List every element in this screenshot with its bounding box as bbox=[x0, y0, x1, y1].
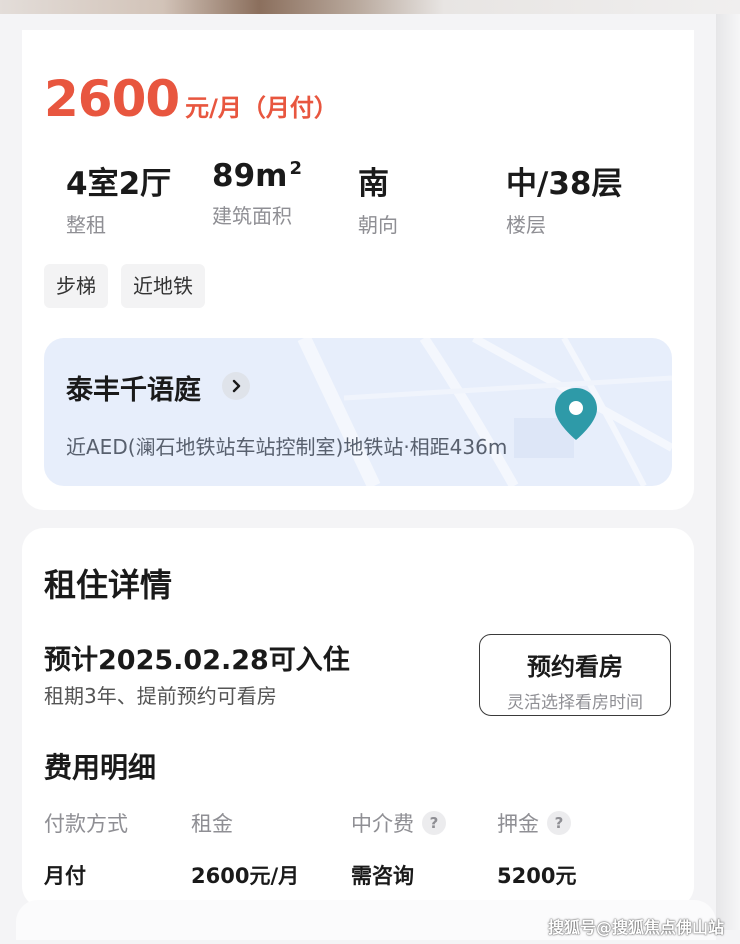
location-card[interactable]: 泰丰千语庭 近AED(澜石地铁站车站控制室)地铁站·相距436m bbox=[44, 338, 672, 486]
chevron-right-icon[interactable] bbox=[222, 372, 250, 400]
fee-value-deposit: 5200元 bbox=[497, 864, 577, 888]
fee-value-agency: 需咨询 bbox=[351, 864, 414, 888]
spec-label: 建筑面积 bbox=[212, 204, 292, 228]
spec-orientation: 南 朝向 bbox=[358, 158, 398, 238]
fee-title: 费用明细 bbox=[44, 751, 157, 784]
spec-value: 4室2厅 bbox=[66, 166, 172, 202]
spec-layout: 4室2厅 整租 bbox=[66, 158, 171, 238]
fee-header-agency: 中介费 ? bbox=[351, 808, 446, 838]
tag-stairs: 步梯 bbox=[44, 264, 108, 308]
app-screen: 2600 元/月（月付） 4室2厅 整租 89m 2 建筑面积 南 朝向 中/38… bbox=[0, 0, 740, 944]
spec-value: 南 bbox=[358, 166, 389, 202]
lease-note: 租期3年、提前预约可看房 bbox=[44, 684, 277, 708]
fee-value-payment: 月付 bbox=[44, 864, 86, 888]
tag-near-metro: 近地铁 bbox=[121, 264, 205, 308]
book-viewing-sublabel: 灵活选择看房时间 bbox=[507, 693, 643, 713]
community-name[interactable]: 泰丰千语庭 bbox=[66, 368, 201, 407]
spec-label: 整租 bbox=[66, 213, 106, 237]
price-unit: 元/月（月付） bbox=[185, 94, 338, 122]
spec-floor: 中/38层 楼层 bbox=[506, 158, 622, 238]
fee-value-rent: 2600元/月 bbox=[191, 864, 300, 888]
price: 2600 元/月（月付） bbox=[44, 70, 338, 128]
fee-header-rent: 租金 bbox=[191, 812, 233, 836]
fee-header-payment: 付款方式 bbox=[44, 812, 128, 836]
spec-label: 朝向 bbox=[358, 213, 398, 237]
frame-edge bbox=[716, 14, 740, 930]
move-in-date: 预计2025.02.28可入住 bbox=[44, 645, 350, 676]
spec-label: 楼层 bbox=[506, 213, 546, 237]
section-title: 租住详情 bbox=[44, 566, 173, 604]
book-viewing-label: 预约看房 bbox=[527, 653, 623, 681]
spec-value: 中/38层 bbox=[506, 166, 623, 202]
watermark: 搜狐号@搜狐焦点佛山站 bbox=[547, 918, 724, 937]
map-pin-icon[interactable] bbox=[552, 386, 600, 442]
fee-header-deposit: 押金 ? bbox=[497, 808, 571, 838]
book-viewing-button[interactable]: 预约看房 灵活选择看房时间 bbox=[479, 634, 671, 716]
help-icon[interactable]: ? bbox=[422, 811, 446, 835]
price-amount: 2600 bbox=[44, 70, 180, 128]
spec-value: 89m 2 bbox=[212, 158, 302, 194]
help-icon[interactable]: ? bbox=[547, 811, 571, 835]
metro-distance: 近AED(澜石地铁站车站控制室)地铁站·相距436m bbox=[66, 435, 508, 459]
photo-strip bbox=[0, 0, 740, 14]
spec-area: 89m 2 建筑面积 bbox=[212, 158, 302, 229]
